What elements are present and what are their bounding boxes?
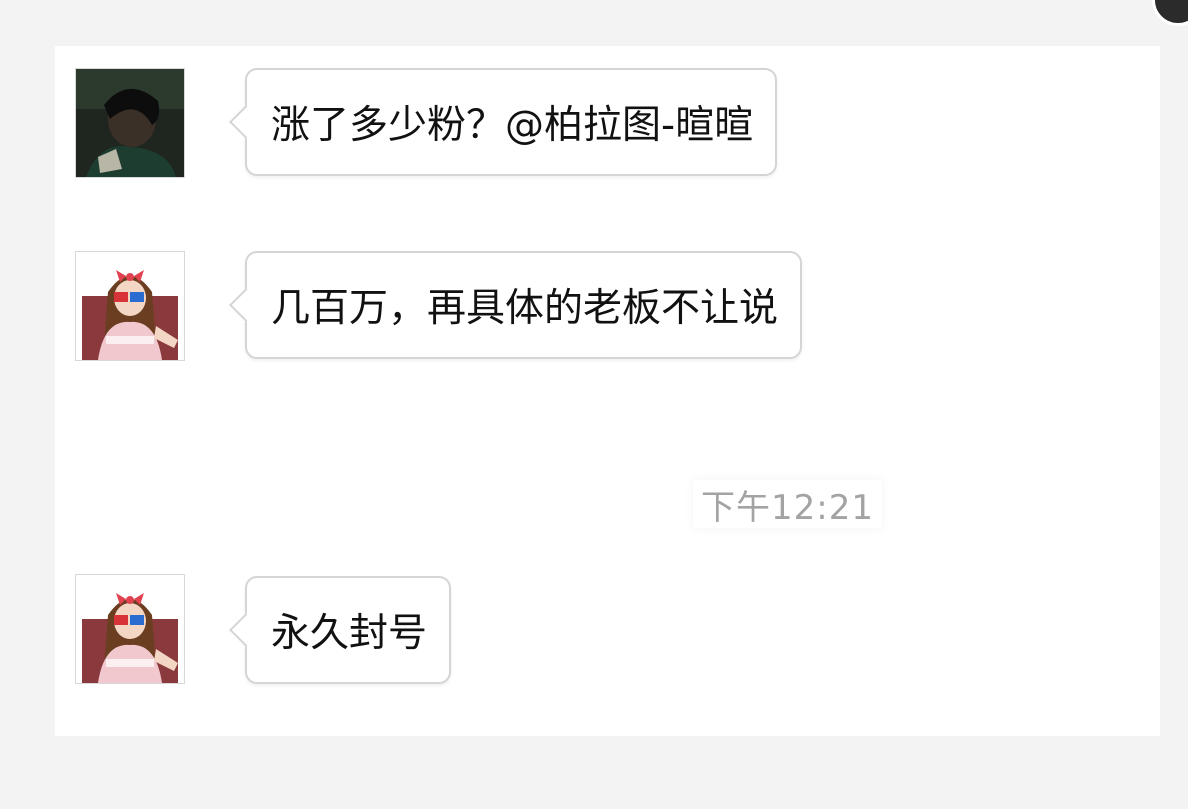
message-text: 几百万，再具体的老板不让说	[271, 286, 779, 331]
message-bubble[interactable]: 涨了多少粉？@柏拉图-暄暄	[245, 68, 778, 176]
dark-portrait-avatar-icon	[76, 69, 184, 177]
contact-avatar[interactable]	[75, 251, 185, 361]
contact-avatar[interactable]	[75, 574, 185, 684]
message-bubble[interactable]: 永久封号	[245, 576, 452, 684]
message-timestamp: 下午12:21	[693, 480, 882, 528]
corner-badge	[1152, 0, 1188, 26]
cartoon-girl-avatar-icon	[76, 575, 184, 683]
message-text: 永久封号	[271, 611, 428, 656]
cartoon-girl-avatar-icon	[76, 252, 184, 360]
sender-avatar[interactable]	[75, 68, 185, 178]
chat-panel[interactable]: 涨了多少粉？@柏拉图-暄暄 几百万，再具体的老板不让说 下午12:21 永久封号	[55, 46, 1160, 736]
message-bubble[interactable]: 几百万，再具体的老板不让说	[245, 251, 803, 359]
message-text: 涨了多少粉？@柏拉图-暄暄	[271, 103, 754, 148]
